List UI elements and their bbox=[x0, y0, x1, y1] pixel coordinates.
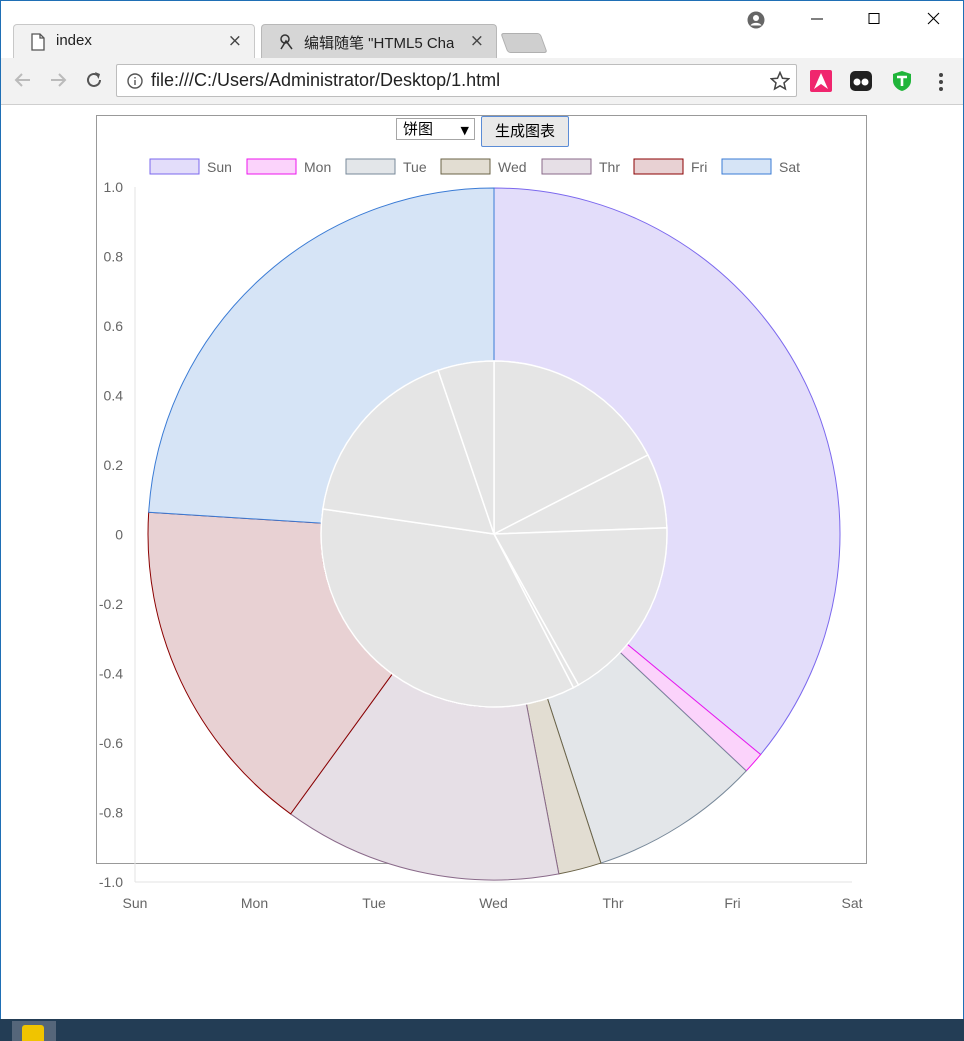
chart-type-select[interactable]: 饼图 ▼ bbox=[396, 118, 475, 140]
y-tick-label: -0.4 bbox=[99, 666, 123, 682]
legend-label: Sat bbox=[779, 159, 800, 175]
chart-type-selected: 饼图 bbox=[403, 120, 434, 138]
legend-swatch bbox=[149, 158, 200, 175]
y-tick-label: 1.0 bbox=[104, 179, 124, 195]
legend-swatch bbox=[633, 158, 684, 175]
legend-label: Fri bbox=[691, 159, 707, 175]
x-tick-label: Thr bbox=[603, 895, 624, 911]
legend-swatch bbox=[345, 158, 396, 175]
x-tick-label: Sun bbox=[123, 895, 148, 911]
chart-canvas: 1.00.80.60.40.20-0.2-0.4-0.6-0.8-1.0Sun M… bbox=[99, 158, 863, 911]
legend-label: Tue bbox=[403, 159, 427, 175]
legend-label: Mon bbox=[304, 159, 331, 175]
y-tick-label: -1.0 bbox=[99, 874, 123, 890]
legend-label: Wed bbox=[498, 159, 527, 175]
y-tick-label: 0.2 bbox=[104, 457, 124, 473]
legend-swatch bbox=[440, 158, 491, 175]
legend-swatch bbox=[541, 158, 592, 175]
y-tick-label: -0.6 bbox=[99, 735, 123, 751]
y-tick-label: 0 bbox=[115, 527, 123, 543]
chevron-down-icon: ▼ bbox=[460, 124, 469, 137]
y-tick-label: -0.2 bbox=[99, 596, 123, 612]
legend-label: Thr bbox=[599, 159, 620, 175]
legend-label: Sun bbox=[207, 159, 232, 175]
legend-swatch bbox=[246, 158, 297, 175]
x-tick-label: Mon bbox=[241, 895, 268, 911]
x-tick-label: Fri bbox=[724, 895, 740, 911]
y-tick-label: -0.8 bbox=[99, 805, 123, 821]
app-icon bbox=[22, 1025, 44, 1041]
taskbar bbox=[0, 1019, 964, 1041]
y-tick-label: 0.6 bbox=[104, 318, 124, 334]
x-tick-label: Tue bbox=[362, 895, 386, 911]
taskbar-app-icon[interactable] bbox=[12, 1021, 56, 1041]
legend-swatch bbox=[721, 158, 772, 175]
y-tick-label: 0.8 bbox=[104, 249, 124, 265]
x-tick-label: Wed bbox=[479, 895, 508, 911]
x-tick-label: Sat bbox=[841, 895, 862, 911]
y-tick-label: 0.4 bbox=[104, 388, 124, 404]
generate-chart-button[interactable]: 生成图表 bbox=[481, 116, 569, 147]
